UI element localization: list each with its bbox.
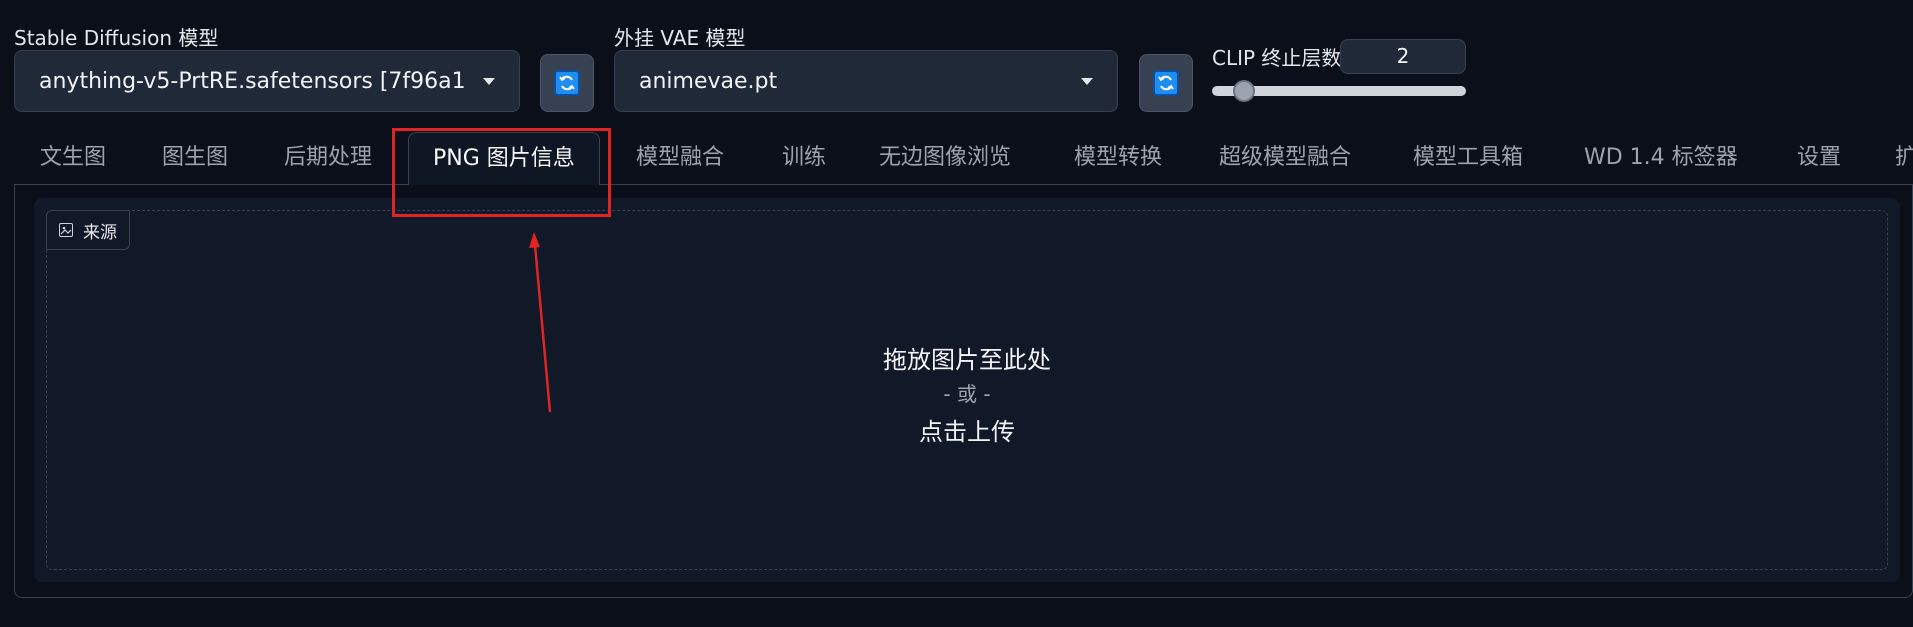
refresh-vae-button[interactable] — [1139, 54, 1193, 112]
model-selector[interactable]: anything-v5-PrtRE.safetensors [7f96a1a9c — [14, 50, 520, 112]
annotation-highlight-box — [392, 128, 611, 217]
model-selector-label: Stable Diffusion 模型 — [14, 26, 219, 50]
tab-10[interactable]: 模型工具箱 — [1413, 132, 1523, 184]
or-text: - 或 - — [943, 382, 991, 406]
tab-3[interactable]: 后期处理 — [284, 132, 372, 184]
tab-11[interactable]: WD 1.4 标签器 — [1584, 132, 1738, 184]
source-label: 来源 — [83, 222, 117, 243]
tab-1[interactable]: 文生图 — [40, 132, 106, 184]
clip-skip-slider-handle[interactable] — [1233, 80, 1256, 102]
tab-9[interactable]: 超级模型融合 — [1219, 132, 1351, 184]
tab-2[interactable]: 图生图 — [162, 132, 228, 184]
tab-12[interactable]: 设置 — [1797, 132, 1841, 184]
clip-skip-label: CLIP 终止层数 — [1212, 46, 1342, 70]
tab-5[interactable]: 模型融合 — [636, 132, 724, 184]
tab-6[interactable]: 训练 — [782, 132, 826, 184]
source-badge: 来源 — [46, 210, 130, 250]
refresh-icon — [554, 70, 580, 96]
main-tabs: 文生图 图生图 后期处理 PNG 图片信息 模型融合 训练 无边图像浏览 模型转换 超级模型融合… — [0, 132, 1913, 185]
drop-image-text: 拖放图片至此处 — [883, 346, 1051, 374]
clip-skip-input[interactable]: 2 — [1340, 39, 1466, 74]
tab-8[interactable]: 模型转换 — [1074, 132, 1162, 184]
image-icon — [59, 223, 73, 237]
tab-7[interactable]: 无边图像浏览 — [879, 132, 1011, 184]
tab-13[interactable]: 扩 — [1895, 132, 1913, 184]
chevron-down-icon — [483, 77, 495, 85]
refresh-model-button[interactable] — [540, 54, 594, 112]
model-selector-value: anything-v5-PrtRE.safetensors [7f96a1a9c — [39, 68, 465, 94]
chevron-down-icon — [1081, 77, 1093, 85]
refresh-icon — [1153, 70, 1179, 96]
vae-selector-value: animevae.pt — [639, 68, 778, 94]
click-upload-link[interactable]: 点击上传 — [46, 412, 1888, 447]
vae-selector[interactable]: animevae.pt — [614, 50, 1118, 112]
vae-selector-label: 外挂 VAE 模型 — [614, 26, 746, 50]
